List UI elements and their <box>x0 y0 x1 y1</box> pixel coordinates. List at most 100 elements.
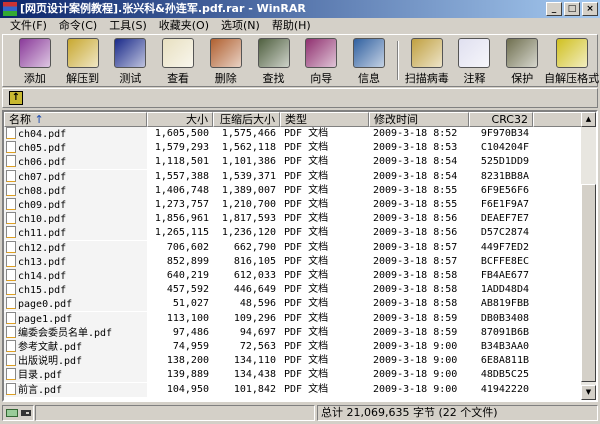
toolbar-button-extract-to[interactable]: 解压到 <box>59 35 107 86</box>
menu-item[interactable]: 选项(N) <box>215 18 266 34</box>
file-crc-cell: FB4AE677 <box>480 270 529 281</box>
file-type-cell: PDF 文档 <box>284 383 329 395</box>
file-row[interactable]: ch06.pdf 1,118,501 1,101,386 PDF 文档 2009-3-1… <box>4 155 533 170</box>
file-name: page1.pdf <box>18 313 73 325</box>
toolbar-button-view[interactable]: 查看 <box>154 35 202 86</box>
up-folder-icon[interactable]: ↑ <box>9 91 23 105</box>
file-size-cell: 1,273,757 <box>154 199 209 210</box>
protect-icon <box>506 38 539 68</box>
title-bar: [网页设计案例教程].张兴科&孙连军.pdf.rar - WinRAR _ □ … <box>0 0 600 18</box>
file-row[interactable]: ch08.pdf 1,406,748 1,389,007 PDF 文档 2009-3-1… <box>4 183 533 198</box>
file-row[interactable]: ch09.pdf 1,273,757 1,210,700 PDF 文档 2009-3-1… <box>4 198 533 212</box>
column-modified[interactable]: 修改时间 <box>369 112 469 127</box>
comment-icon <box>458 38 491 68</box>
maximize-button[interactable]: □ <box>564 2 580 16</box>
pdf-file-icon <box>6 240 16 253</box>
vertical-scrollbar[interactable]: ▲ ▼ <box>581 112 596 400</box>
menu-item[interactable]: 文件(F) <box>4 18 53 34</box>
file-crc-cell: 525D1DD9 <box>480 156 529 168</box>
toolbar-button-protect[interactable]: 保护 <box>498 35 546 86</box>
file-row[interactable]: ch13.pdf 852,899 816,105 PDF 文档 2009-3-18 8:… <box>4 254 533 269</box>
add-archive-icon <box>18 38 51 68</box>
file-row[interactable]: ch15.pdf 457,592 446,649 PDF 文档 2009-3-18 8:… <box>4 283 533 298</box>
file-size-cell: 138,200 <box>166 355 209 367</box>
file-modified-cell: 2009-3-18 8:57 <box>373 255 458 267</box>
file-size-cell: 1,856,961 <box>154 213 209 225</box>
file-row[interactable]: ch05.pdf 1,579,293 1,562,118 PDF 文档 2009-3-1… <box>4 141 533 156</box>
file-crc-cell: 1ADD48D4 <box>480 284 529 296</box>
file-crc-cell: AB819FBB <box>480 298 529 310</box>
toolbar-button-delete[interactable]: 删除 <box>202 35 250 86</box>
pdf-file-icon <box>6 169 16 182</box>
file-size-cell: 139,889 <box>166 369 209 381</box>
file-type-cell: PDF 文档 <box>284 255 329 267</box>
file-modified-cell: 2009-3-18 9:00 <box>373 355 458 367</box>
status-bar: 总计 21,069,635 字节 (22 个文件) <box>0 404 600 422</box>
file-row[interactable]: 目录.pdf 139,889 134,438 PDF 文档 2009-3-18 9:00… <box>4 368 533 383</box>
toolbar-button-wizard[interactable]: 向导 <box>297 35 345 86</box>
file-modified-cell: 2009-3-18 8:59 <box>373 312 458 324</box>
column-type[interactable]: 类型 <box>280 112 369 127</box>
file-name: ch05.pdf <box>18 143 67 155</box>
toolbar-button-virus-scan[interactable]: 扫描病毒 <box>403 35 451 86</box>
test-icon <box>114 38 147 68</box>
file-row[interactable]: 出版说明.pdf 138,200 134,110 PDF 文档 2009-3-18 9:… <box>4 354 533 369</box>
file-row[interactable]: ch10.pdf 1,856,961 1,817,593 PDF 文档 2009-3-1… <box>4 212 533 227</box>
file-type-cell: PDF 文档 <box>284 326 329 338</box>
file-packed-cell: 1,210,700 <box>221 199 276 210</box>
toolbar-button-test[interactable]: 测试 <box>106 35 154 86</box>
file-row[interactable]: ch11.pdf 1,265,115 1,236,120 PDF 文档 2009-3-1… <box>4 226 533 241</box>
scroll-down-arrow-icon[interactable]: ▼ <box>581 385 596 400</box>
file-type-cell: PDF 文档 <box>284 284 329 296</box>
file-size-cell: 104,950 <box>166 383 209 395</box>
toolbar-button-info[interactable]: 信息 <box>345 35 393 86</box>
file-row[interactable]: 前言.pdf 104,950 101,842 PDF 文档 2009-3-18 9:00… <box>4 382 533 397</box>
toolbar-button-label: 解压到 <box>66 72 100 85</box>
file-packed-cell: 109,296 <box>233 312 276 324</box>
toolbar-button-comment[interactable]: 注释 <box>451 35 499 86</box>
file-type-cell: PDF 文档 <box>284 355 329 367</box>
column-name[interactable]: 名称 ↑ <box>4 112 147 127</box>
menu-item[interactable]: 帮助(H) <box>266 18 317 34</box>
file-packed-cell: 94,697 <box>239 326 276 338</box>
pdf-file-icon <box>6 198 16 210</box>
toolbar-button-add-archive[interactable]: 添加 <box>11 35 59 86</box>
file-name: 出版说明.pdf <box>18 356 83 368</box>
file-row[interactable]: ch14.pdf 640,219 612,033 PDF 文档 2009-3-18 8:… <box>4 269 533 283</box>
file-packed-cell: 1,562,118 <box>221 142 276 154</box>
file-row[interactable]: ch07.pdf 1,557,388 1,539,371 PDF 文档 2009-3-1… <box>4 169 533 184</box>
file-row[interactable]: page0.pdf 51,027 48,596 PDF 文档 2009-3-18 8:5… <box>4 297 533 312</box>
file-row[interactable]: page1.pdf 113,100 109,296 PDF 文档 2009-3-18 8… <box>4 311 533 326</box>
file-type-cell: PDF 文档 <box>284 298 329 310</box>
file-packed-cell: 1,817,593 <box>221 213 276 225</box>
file-row[interactable]: 编委会委员名单.pdf 97,486 94,697 PDF 文档 2009-3-18 8… <box>4 325 533 340</box>
file-type-cell: PDF 文档 <box>284 170 329 182</box>
column-packed[interactable]: 压缩后大小 <box>213 112 280 127</box>
scroll-up-arrow-icon[interactable]: ▲ <box>581 112 596 127</box>
menu-item[interactable]: 工具(S) <box>103 18 153 34</box>
toolbar-button-find[interactable]: 查找 <box>250 35 298 86</box>
file-type-cell: PDF 文档 <box>284 312 329 324</box>
pdf-file-icon <box>6 254 16 267</box>
minimize-button[interactable]: _ <box>546 2 562 16</box>
column-crc[interactable]: CRC32 <box>469 112 533 127</box>
file-modified-cell: 2009-3-18 8:58 <box>373 270 458 281</box>
scroll-thumb[interactable] <box>581 184 596 382</box>
toolbar-button-sfx[interactable]: 自解压格式 <box>544 35 599 86</box>
file-name-cell: ch15.pdf <box>4 283 147 298</box>
menu-item[interactable]: 收藏夹(O) <box>153 18 215 34</box>
file-name-cell: 前言.pdf <box>4 382 147 397</box>
file-name-cell: 出版说明.pdf <box>4 354 147 369</box>
toolbar-button-label: 删除 <box>214 72 237 85</box>
file-size-cell: 1,118,501 <box>154 156 209 168</box>
file-crc-cell: 6E8A811B <box>480 355 529 367</box>
close-button[interactable]: × <box>582 2 598 16</box>
toolbar-button-label: 查看 <box>167 72 190 85</box>
menu-item[interactable]: 命令(C) <box>53 18 103 34</box>
file-modified-cell: 2009-3-18 8:58 <box>373 298 458 310</box>
file-row[interactable]: ch04.pdf 1,605,500 1,575,466 PDF 文档 2009-3-1… <box>4 127 533 141</box>
toolbar-button-label: 向导 <box>310 72 333 85</box>
file-row[interactable]: 参考文献.pdf 74,959 72,563 PDF 文档 2009-3-18 9:00… <box>4 340 533 354</box>
column-size[interactable]: 大小 <box>147 112 213 127</box>
file-row[interactable]: ch12.pdf 706,602 662,790 PDF 文档 2009-3-18 8:… <box>4 240 533 255</box>
